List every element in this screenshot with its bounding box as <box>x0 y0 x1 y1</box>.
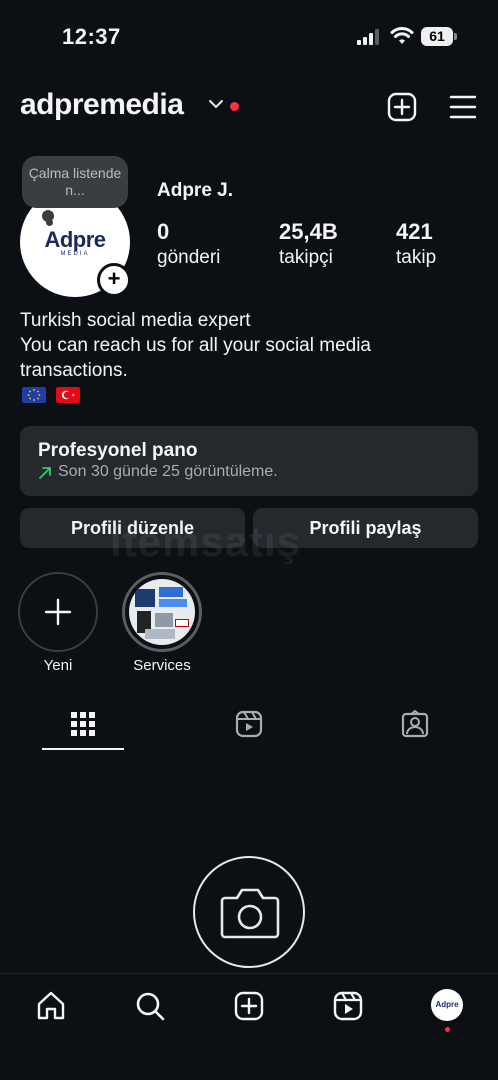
profile-tab-avatar[interactable]: Adpre <box>431 989 463 1021</box>
status-time: 12:37 <box>62 24 121 49</box>
avatar-logo-text: Adpre <box>44 227 106 252</box>
share-first-photo-button[interactable] <box>193 856 305 968</box>
trend-up-arrow-icon <box>39 467 51 479</box>
posts-count[interactable]: 0 <box>157 219 169 245</box>
following-count[interactable]: 421 <box>396 219 433 245</box>
profile-notification-dot <box>445 1027 450 1032</box>
plus-icon <box>44 598 72 626</box>
note-bubble-tail-small <box>46 219 53 226</box>
battery-tip <box>454 33 457 40</box>
search-icon[interactable] <box>134 990 166 1022</box>
notification-dot <box>230 102 239 111</box>
highlight-label-services: Services <box>133 657 191 674</box>
bio-line: You can reach us for all your social med… <box>20 335 371 356</box>
cellular-signal-icon <box>357 29 379 45</box>
posts-label[interactable]: gönderi <box>157 247 220 269</box>
battery-level: 61 <box>421 27 453 46</box>
reels-tab-icon[interactable] <box>235 710 263 738</box>
create-icon[interactable] <box>233 990 265 1022</box>
active-tab-indicator <box>42 748 124 750</box>
create-post-icon[interactable] <box>387 92 417 122</box>
menu-icon[interactable] <box>448 92 478 122</box>
wifi-icon <box>390 27 414 44</box>
dashboard-title: Profesyonel pano <box>38 440 198 461</box>
tagged-tab-icon[interactable] <box>401 710 429 738</box>
chevron-down-icon[interactable] <box>208 98 224 110</box>
followers-label[interactable]: takipçi <box>279 247 333 269</box>
eu-flag-icon <box>22 387 46 403</box>
following-label[interactable]: takip <box>396 247 436 269</box>
dashboard-subtitle: Son 30 günde 25 görüntüleme. <box>58 463 278 480</box>
reels-icon[interactable] <box>332 990 364 1022</box>
bottom-nav-divider <box>0 973 498 974</box>
watermark: itemsatış <box>110 518 302 565</box>
bio-line: transactions. <box>20 360 128 381</box>
note-bubble[interactable]: Çalma listende n... <box>22 156 128 208</box>
avatar-logo-subtext: MEDIA <box>60 251 90 257</box>
highlight-services-thumbnail <box>129 579 195 645</box>
highlight-services[interactable] <box>122 572 202 652</box>
bio-line: Turkish social media expert <box>20 310 251 331</box>
new-highlight-button[interactable] <box>18 572 98 652</box>
home-icon[interactable] <box>35 990 67 1022</box>
followers-count[interactable]: 25,4B <box>279 219 338 245</box>
battery-indicator: 61 <box>421 27 457 46</box>
turkey-flag-icon <box>56 387 80 403</box>
grid-tab-icon[interactable] <box>69 710 97 738</box>
camera-icon <box>220 888 280 939</box>
add-story-button[interactable]: + <box>97 263 131 297</box>
highlight-label-new: Yeni <box>43 657 73 674</box>
display-name: Adpre J. <box>157 180 234 201</box>
account-switcher-username[interactable]: adpremedia <box>20 88 184 122</box>
